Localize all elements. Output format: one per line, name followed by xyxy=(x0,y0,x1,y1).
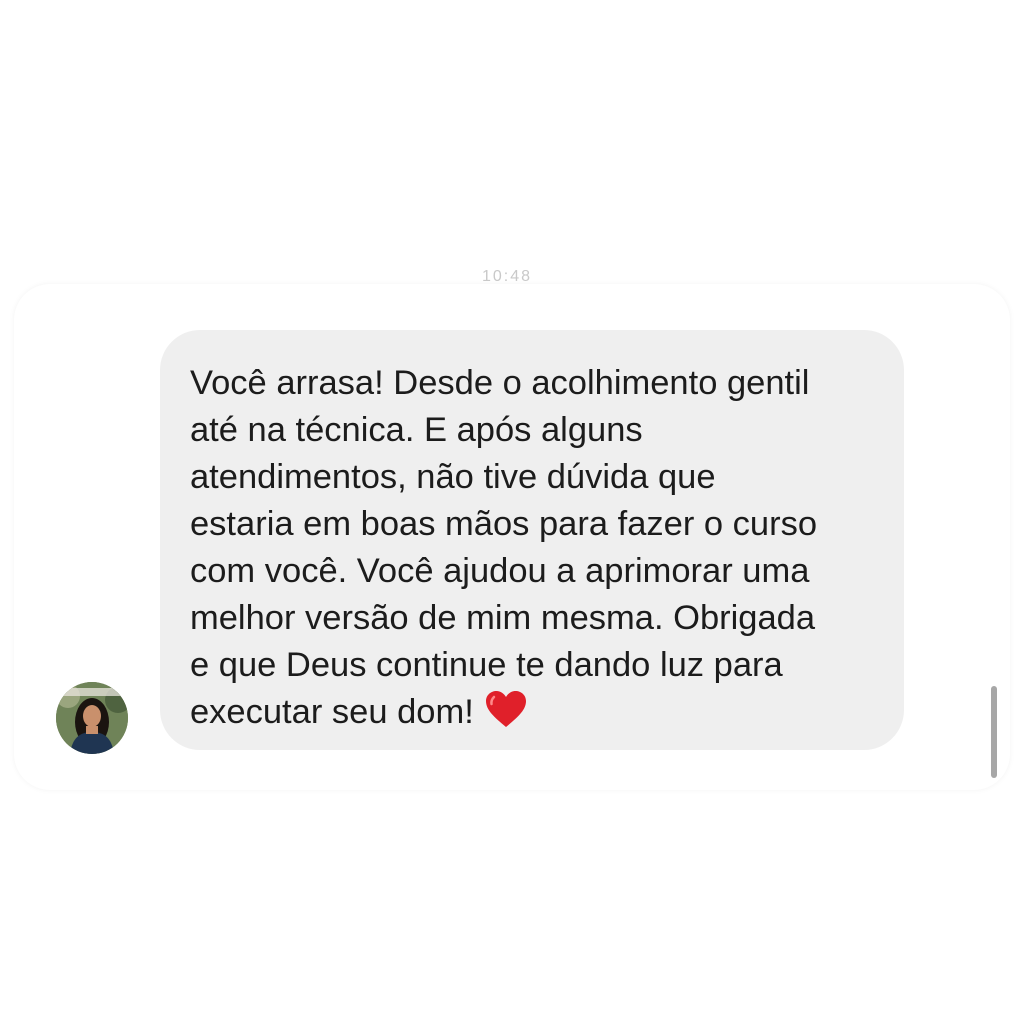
message-body: Você arrasa! Desde o acolhimento gentil … xyxy=(190,360,874,742)
chat-screen: 10:48 Você arrasa! Desde o acolhimento g… xyxy=(0,0,1024,1024)
message-bubble[interactable]: Você arrasa! Desde o acolhimento gentil … xyxy=(160,330,904,750)
message-timestamp: 10:48 xyxy=(482,268,533,285)
message-text: Você arrasa! Desde o acolhimento gentil … xyxy=(190,364,818,731)
avatar[interactable] xyxy=(56,682,128,754)
avatar-photo xyxy=(56,682,128,754)
heart-icon xyxy=(484,689,528,742)
scrollbar[interactable] xyxy=(991,686,997,778)
